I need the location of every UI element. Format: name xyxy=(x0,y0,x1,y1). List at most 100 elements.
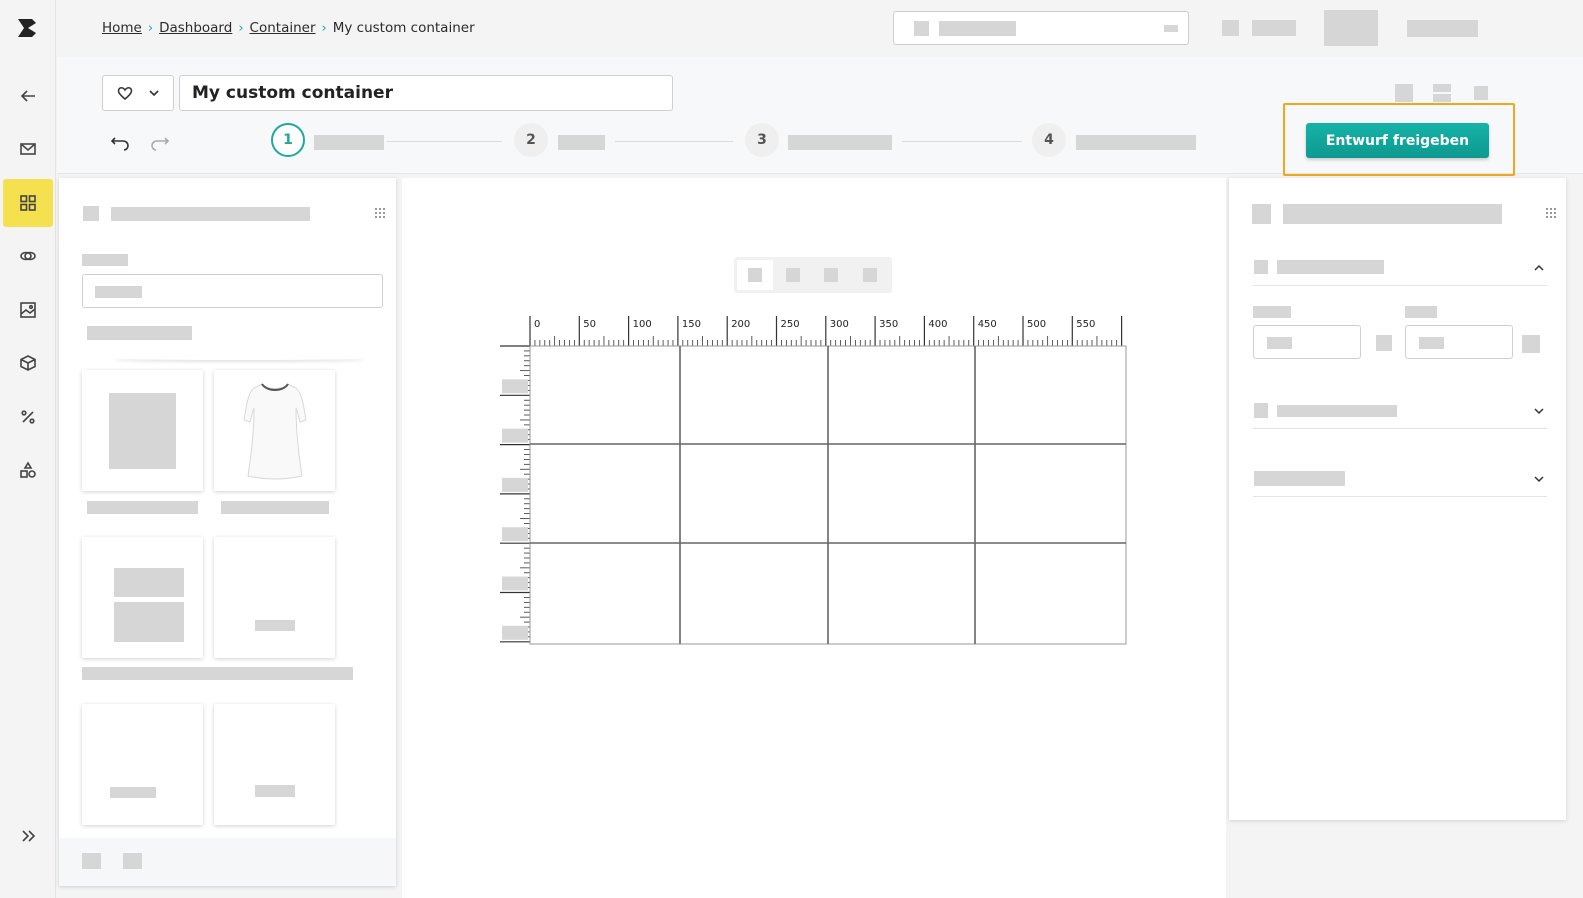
breadcrumb-container[interactable]: Container xyxy=(250,20,316,36)
step-1[interactable]: 1 xyxy=(271,123,305,157)
nav-images[interactable] xyxy=(3,286,53,334)
ruler-tick-label: 500 xyxy=(1027,319,1046,330)
download-icon xyxy=(1254,403,1268,418)
chevron-right-icon: › xyxy=(321,20,327,36)
step-4-label xyxy=(1076,135,1196,150)
elements-search-input[interactable] xyxy=(82,274,383,308)
step-2-label xyxy=(558,135,605,150)
heart-icon xyxy=(117,87,133,100)
ruler-tick-label: 50 xyxy=(583,319,596,330)
global-search-input[interactable] xyxy=(893,11,1189,45)
release-draft-button[interactable]: Entwurf freigeben xyxy=(1306,123,1489,158)
view-option[interactable] xyxy=(863,268,877,282)
view-option[interactable] xyxy=(748,268,762,282)
footer-button[interactable] xyxy=(123,853,142,869)
chevron-up-icon[interactable] xyxy=(1532,261,1546,275)
view-option[interactable] xyxy=(824,268,838,282)
step-2[interactable]: 2 xyxy=(514,123,548,157)
ruler-tick-label: 150 xyxy=(682,319,701,330)
ruler-tick-label: 300 xyxy=(830,319,849,330)
header-action-icon[interactable] xyxy=(1433,94,1451,102)
ruler-label-placeholder xyxy=(502,625,528,640)
element-tile-tshirt[interactable] xyxy=(214,370,335,491)
topbar-icon[interactable] xyxy=(1222,20,1239,36)
nav-designer[interactable] xyxy=(3,179,53,227)
ruler-label-placeholder xyxy=(502,379,528,394)
nav-products[interactable] xyxy=(3,339,53,387)
element-tile-two-boxes[interactable] xyxy=(82,537,203,658)
ruler-tick-label: 450 xyxy=(978,319,997,330)
avatar[interactable] xyxy=(1324,10,1378,46)
tile-label xyxy=(82,667,353,680)
section-title[interactable] xyxy=(1254,471,1345,486)
percent-icon xyxy=(21,410,35,424)
panel-icon xyxy=(1252,204,1271,224)
ruler-label-placeholder xyxy=(502,428,528,443)
chevron-down-icon xyxy=(149,90,159,97)
ruler-label-placeholder xyxy=(502,576,528,591)
view-toggle xyxy=(734,257,892,293)
tile-label xyxy=(87,501,198,514)
chevron-down-icon[interactable] xyxy=(1532,472,1546,486)
view-option[interactable] xyxy=(786,268,800,282)
topbar-user-name[interactable] xyxy=(1407,20,1478,37)
step-4[interactable]: 4 xyxy=(1032,123,1066,157)
breadcrumb-home[interactable]: Home xyxy=(102,20,142,36)
mail-icon xyxy=(20,143,36,155)
container-title-input[interactable] xyxy=(179,75,673,111)
undo-icon[interactable] xyxy=(109,131,133,155)
header-action-icon[interactable] xyxy=(1474,86,1488,100)
panel-title xyxy=(111,207,310,221)
editor-header: 1 2 3 4 Entwurf freigeben xyxy=(57,57,1583,176)
unit-icon[interactable] xyxy=(1522,335,1540,353)
width-input[interactable] xyxy=(1253,325,1361,359)
image-icon xyxy=(20,302,36,318)
nav-mail[interactable] xyxy=(3,125,53,173)
nav-back[interactable] xyxy=(3,72,53,120)
grid-icon xyxy=(20,195,36,211)
breadcrumb-dashboard[interactable]: Dashboard xyxy=(159,20,232,36)
ruler-tick-label: 550 xyxy=(1076,319,1095,330)
elements-panel xyxy=(59,178,396,886)
section-icon xyxy=(1254,260,1268,274)
nav-links[interactable] xyxy=(3,232,53,280)
horizontal-ruler: 0 50 100 150 200 250 300 350 400 450 500 550 xyxy=(529,316,1123,346)
section-title[interactable] xyxy=(1277,405,1397,417)
ruler-label-placeholder xyxy=(502,527,528,542)
drag-handle-icon[interactable] xyxy=(374,207,386,221)
chevron-down-icon[interactable] xyxy=(1532,404,1546,418)
top-bar: Home › Dashboard › Container › My custom… xyxy=(57,0,1583,57)
header-action-icon[interactable] xyxy=(1433,84,1451,92)
element-tile-text[interactable] xyxy=(82,704,203,825)
header-action-icon[interactable] xyxy=(1395,84,1413,102)
ruler-tick-label: 250 xyxy=(781,319,800,330)
design-canvas[interactable]: 0 50 100 150 200 250 300 350 400 450 500 550 xyxy=(402,178,1226,898)
nav-discounts[interactable] xyxy=(3,393,53,441)
favorite-dropdown-button[interactable] xyxy=(102,75,174,111)
properties-panel xyxy=(1229,178,1566,820)
element-tile-text[interactable] xyxy=(214,704,335,825)
height-input[interactable] xyxy=(1405,325,1513,359)
breadcrumb: Home › Dashboard › Container › My custom… xyxy=(102,20,475,36)
footer-button[interactable] xyxy=(82,853,101,869)
width-label xyxy=(1253,306,1291,318)
section-label xyxy=(87,326,192,340)
link-toggle-icon[interactable] xyxy=(1376,335,1392,351)
chevron-right-icon: › xyxy=(147,20,154,36)
element-tile-text[interactable] xyxy=(214,537,335,658)
drag-handle-icon[interactable] xyxy=(1545,207,1557,221)
ruler-label-placeholder xyxy=(502,477,528,492)
back-arrow-icon xyxy=(20,90,35,102)
nav-expand[interactable] xyxy=(3,812,53,860)
redo-icon[interactable] xyxy=(147,131,171,155)
height-label xyxy=(1405,306,1437,318)
element-tile-rectangle[interactable] xyxy=(82,370,203,491)
search-label xyxy=(82,254,128,266)
section-title[interactable] xyxy=(1277,260,1384,274)
step-3[interactable]: 3 xyxy=(745,123,779,157)
cube-icon xyxy=(20,355,36,371)
brand-logo-icon[interactable] xyxy=(14,14,42,42)
topbar-link[interactable] xyxy=(1252,20,1296,36)
nav-shapes[interactable] xyxy=(3,446,53,494)
step-3-label xyxy=(788,135,892,150)
